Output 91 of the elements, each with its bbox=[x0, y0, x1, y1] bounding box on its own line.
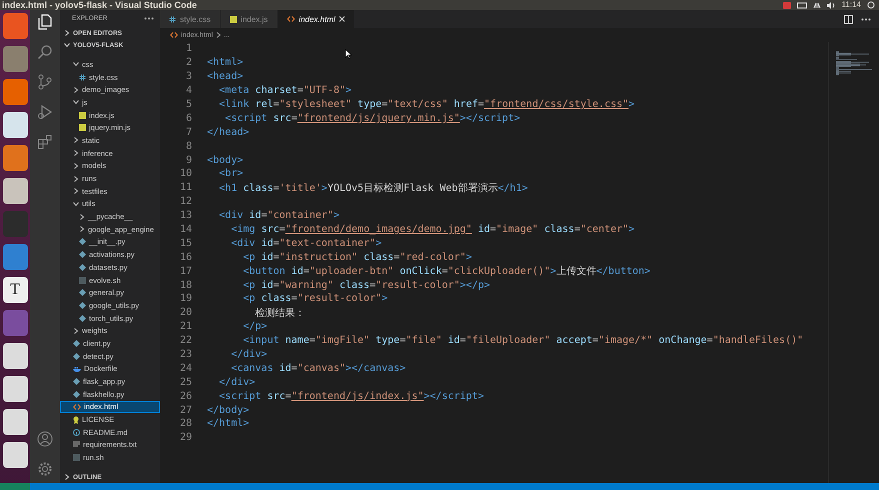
code-file-icon bbox=[170, 32, 178, 38]
whale-icon bbox=[73, 366, 81, 372]
more-icon[interactable] bbox=[861, 18, 871, 20]
line-number: 25 bbox=[178, 376, 192, 388]
source-control-icon[interactable] bbox=[37, 74, 53, 90]
code-line: </div> bbox=[218, 376, 256, 388]
line-number: 16 bbox=[178, 252, 192, 263]
info-icon bbox=[73, 428, 80, 436]
code-line: </html> bbox=[207, 418, 250, 430]
line-number: 21 bbox=[178, 321, 192, 332]
line-number: 4 bbox=[184, 85, 192, 96]
line-number: 29 bbox=[178, 432, 192, 444]
code-line: 检测结果： bbox=[254, 306, 306, 320]
code-line: <br> bbox=[218, 168, 244, 180]
line-number: 18 bbox=[178, 280, 192, 291]
line-number: 14 bbox=[178, 224, 192, 236]
hash-file-icon bbox=[79, 74, 86, 81]
line-number: 6 bbox=[184, 112, 192, 124]
line-number: 19 bbox=[178, 293, 192, 304]
line-number: 13 bbox=[178, 210, 192, 222]
ribbon-icon bbox=[73, 416, 79, 424]
line-number: 17 bbox=[178, 266, 192, 277]
editor-tab[interactable]: index.html bbox=[278, 10, 356, 28]
line-number: 26 bbox=[178, 390, 192, 402]
line-number: 15 bbox=[178, 238, 192, 249]
window-title: index.html - yolov5-flask - Visual Studio Code bbox=[2, 0, 197, 10]
account-icon[interactable] bbox=[37, 431, 53, 447]
code-line: <script src="frontend/js/jquery.min.js"></script> bbox=[224, 112, 520, 124]
line-number: 9 bbox=[184, 154, 192, 166]
text-file-icon bbox=[73, 441, 80, 448]
code-line: <p id="instruction" class="red-color"> bbox=[242, 252, 472, 263]
run-icon[interactable] bbox=[37, 104, 53, 120]
line-number: 3 bbox=[184, 71, 192, 82]
power-icon[interactable] bbox=[867, 1, 875, 9]
code-file-icon bbox=[73, 404, 81, 410]
clock[interactable]: 11:14 bbox=[842, 0, 861, 10]
code-line: <script src="frontend/js/index.js"></script> bbox=[218, 390, 484, 402]
line-number: 2 bbox=[184, 57, 192, 68]
hash-file-icon bbox=[169, 16, 176, 22]
code-line: <div id="container"> bbox=[218, 210, 340, 222]
line-number: 20 bbox=[178, 307, 192, 318]
line-number: 10 bbox=[178, 168, 192, 180]
line-number: 1 bbox=[184, 43, 192, 54]
code-line: <body> bbox=[207, 154, 244, 166]
code-line: <html> bbox=[207, 57, 244, 68]
explorer-icon[interactable] bbox=[37, 14, 53, 30]
line-number: 23 bbox=[178, 349, 192, 360]
code-line: <link rel="stylesheet" type="text/css" href="frontend/css/style.css"> bbox=[218, 99, 635, 110]
speaker-icon[interactable] bbox=[826, 2, 836, 8]
code-line: </p> bbox=[242, 321, 268, 332]
keyboard-icon[interactable] bbox=[796, 2, 807, 8]
settings-icon[interactable] bbox=[37, 461, 53, 477]
editor-tab[interactable]: index.js bbox=[220, 10, 278, 28]
extensions-icon[interactable] bbox=[37, 134, 53, 150]
code-line: <p id="warning" class="result-color"></p> bbox=[242, 280, 490, 291]
code-line: <p class="result-color"> bbox=[242, 293, 388, 304]
code-file-icon bbox=[286, 16, 295, 22]
js-file-icon bbox=[230, 16, 237, 22]
code-line: <canvas id="canvas"></canvas> bbox=[230, 362, 406, 374]
close-icon[interactable] bbox=[339, 16, 346, 22]
code-line: <input name="imgFile" type="file" id="fileUploader" accept="image/*" onChange="handleFiles()" bbox=[242, 335, 804, 346]
minimap-drawing bbox=[834, 50, 874, 76]
code-line: <img src="frontend/demo_images/demo.jpg" id="image" class="center"> bbox=[230, 224, 635, 236]
chevron-icon bbox=[216, 32, 221, 38]
line-number: 7 bbox=[184, 126, 192, 138]
code-line: </body> bbox=[207, 404, 250, 416]
code-line: </div> bbox=[230, 349, 268, 360]
line-number: 28 bbox=[178, 418, 192, 430]
mouse-pointer-icon bbox=[345, 49, 352, 59]
code-line: <head> bbox=[207, 71, 244, 82]
code-line: <meta charset="UTF-8"> bbox=[218, 85, 352, 96]
code-line: </head> bbox=[207, 126, 250, 138]
more-icon[interactable] bbox=[144, 17, 154, 20]
terminal-file-icon bbox=[73, 454, 80, 462]
code-line: <button id="uploader-btn" onClick="clickUploader()">上传文件</button> bbox=[242, 264, 650, 278]
editor-tab[interactable]: style.css bbox=[160, 10, 221, 28]
code-line: <h1 class='title'>YOLOv5目标检测Flask Web部署演示</h1> bbox=[218, 182, 528, 195]
line-number: 27 bbox=[178, 404, 192, 416]
record-icon[interactable] bbox=[782, 2, 791, 8]
network-icon[interactable] bbox=[812, 2, 821, 8]
text-editor-app-icon[interactable]: T bbox=[2, 277, 28, 303]
line-number: 5 bbox=[184, 99, 192, 110]
split-editor-icon[interactable] bbox=[844, 14, 853, 24]
line-number: 24 bbox=[178, 362, 192, 374]
code-line: <div id="text-container"> bbox=[230, 238, 382, 249]
line-number: 12 bbox=[178, 196, 192, 208]
line-number: 22 bbox=[178, 335, 192, 346]
search-icon[interactable] bbox=[37, 44, 53, 60]
line-number: 8 bbox=[184, 140, 192, 152]
line-number: 11 bbox=[178, 182, 192, 194]
terminal-file-icon bbox=[79, 276, 86, 284]
